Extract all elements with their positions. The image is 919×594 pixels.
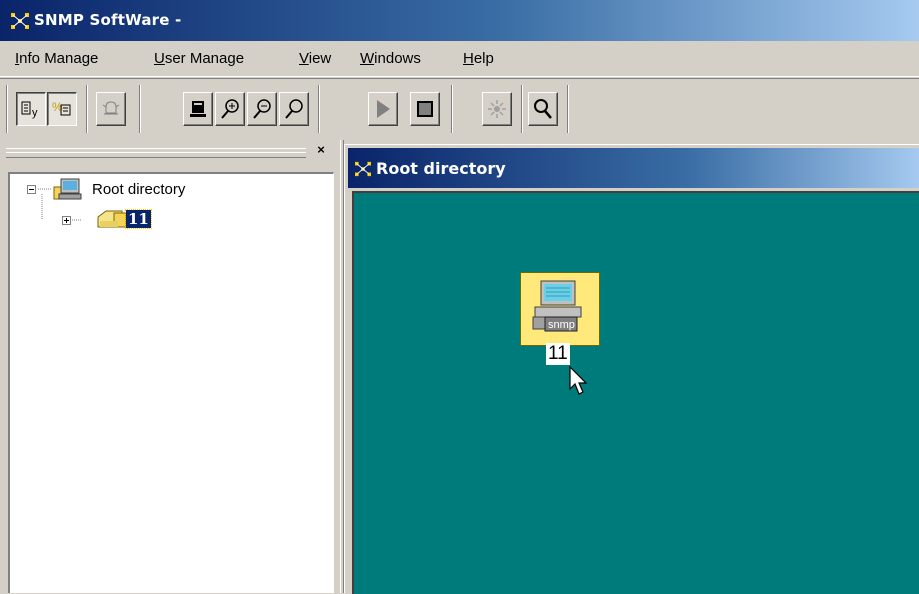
zoom-out-icon <box>253 99 271 119</box>
tree-node-11[interactable]: 11 <box>125 209 152 229</box>
alarm-button[interactable] <box>96 92 126 126</box>
device-node[interactable]: snmp <box>520 272 600 346</box>
zoom-fit-button[interactable] <box>279 92 309 126</box>
root-computer-icon <box>53 178 82 200</box>
device-icon <box>190 101 206 117</box>
toolbar-separator <box>318 85 320 133</box>
search-icon <box>534 99 552 119</box>
toolbar-separator <box>86 85 88 133</box>
search-button[interactable] <box>528 92 558 126</box>
tree-pane: × Root directory 11 <box>0 140 340 593</box>
mouse-cursor-icon <box>569 365 588 395</box>
play-button[interactable] <box>368 92 398 126</box>
pane-grip[interactable] <box>6 152 306 158</box>
zoom-in-icon <box>221 99 239 119</box>
child-title-bar[interactable]: Root directory <box>348 148 919 188</box>
toolbar-separator <box>521 85 523 133</box>
toolbar-separator <box>451 85 453 133</box>
discover-button[interactable] <box>482 92 512 126</box>
toolbar: y % <box>0 78 919 138</box>
tree-root-label[interactable]: Root directory <box>92 181 185 198</box>
menu-bar: Info Manage User Manage View Windows Hel… <box>0 41 919 77</box>
menu-windows[interactable]: Windows <box>360 50 421 67</box>
zoom-out-button[interactable] <box>247 92 277 126</box>
toolbar-grip <box>6 85 8 133</box>
menu-view[interactable]: View <box>299 50 331 67</box>
toolbar-separator <box>567 85 569 133</box>
root-directory-window: Root directory snmp 11 <box>344 144 919 594</box>
list-view-icon: y <box>21 101 38 119</box>
list-view-button[interactable]: y <box>16 92 46 126</box>
play-icon <box>377 100 390 118</box>
discover-sun-icon <box>488 100 506 118</box>
menu-info-manage[interactable]: Info Manage <box>15 50 98 67</box>
toolbar-separator <box>139 85 141 133</box>
device-button[interactable] <box>183 92 213 126</box>
zoom-in-button[interactable] <box>215 92 245 126</box>
topology-map[interactable]: snmp 11 <box>352 191 919 594</box>
app-title-bar[interactable]: SNMP SoftWare - <box>0 0 919 41</box>
menu-help[interactable]: Help <box>463 50 494 67</box>
pane-close-button[interactable]: × <box>314 143 328 157</box>
root-collapse-toggle[interactable] <box>27 185 36 194</box>
child-window-title: Root directory <box>376 159 506 178</box>
tree-view-button[interactable]: % <box>47 92 77 126</box>
bell-alarm-icon <box>102 101 120 115</box>
zoom-fit-icon <box>285 99 303 119</box>
snmp-computer-icon: snmp <box>532 280 582 332</box>
menu-user-manage[interactable]: User Manage <box>154 50 244 67</box>
network-window-icon <box>355 161 371 177</box>
stop-button[interactable] <box>410 92 440 126</box>
app-title: SNMP SoftWare - <box>34 11 182 29</box>
stop-icon <box>417 101 433 117</box>
tree-view-icon: % <box>52 100 71 116</box>
network-app-icon <box>11 13 29 29</box>
node-badge: snmp <box>548 319 575 331</box>
device-node-label[interactable]: 11 <box>546 343 570 365</box>
tree-view: Root directory 11 <box>8 172 334 593</box>
node-11-expand-toggle[interactable] <box>62 216 71 225</box>
folder-device-icon <box>97 210 127 228</box>
svg-text:y: y <box>32 107 38 119</box>
